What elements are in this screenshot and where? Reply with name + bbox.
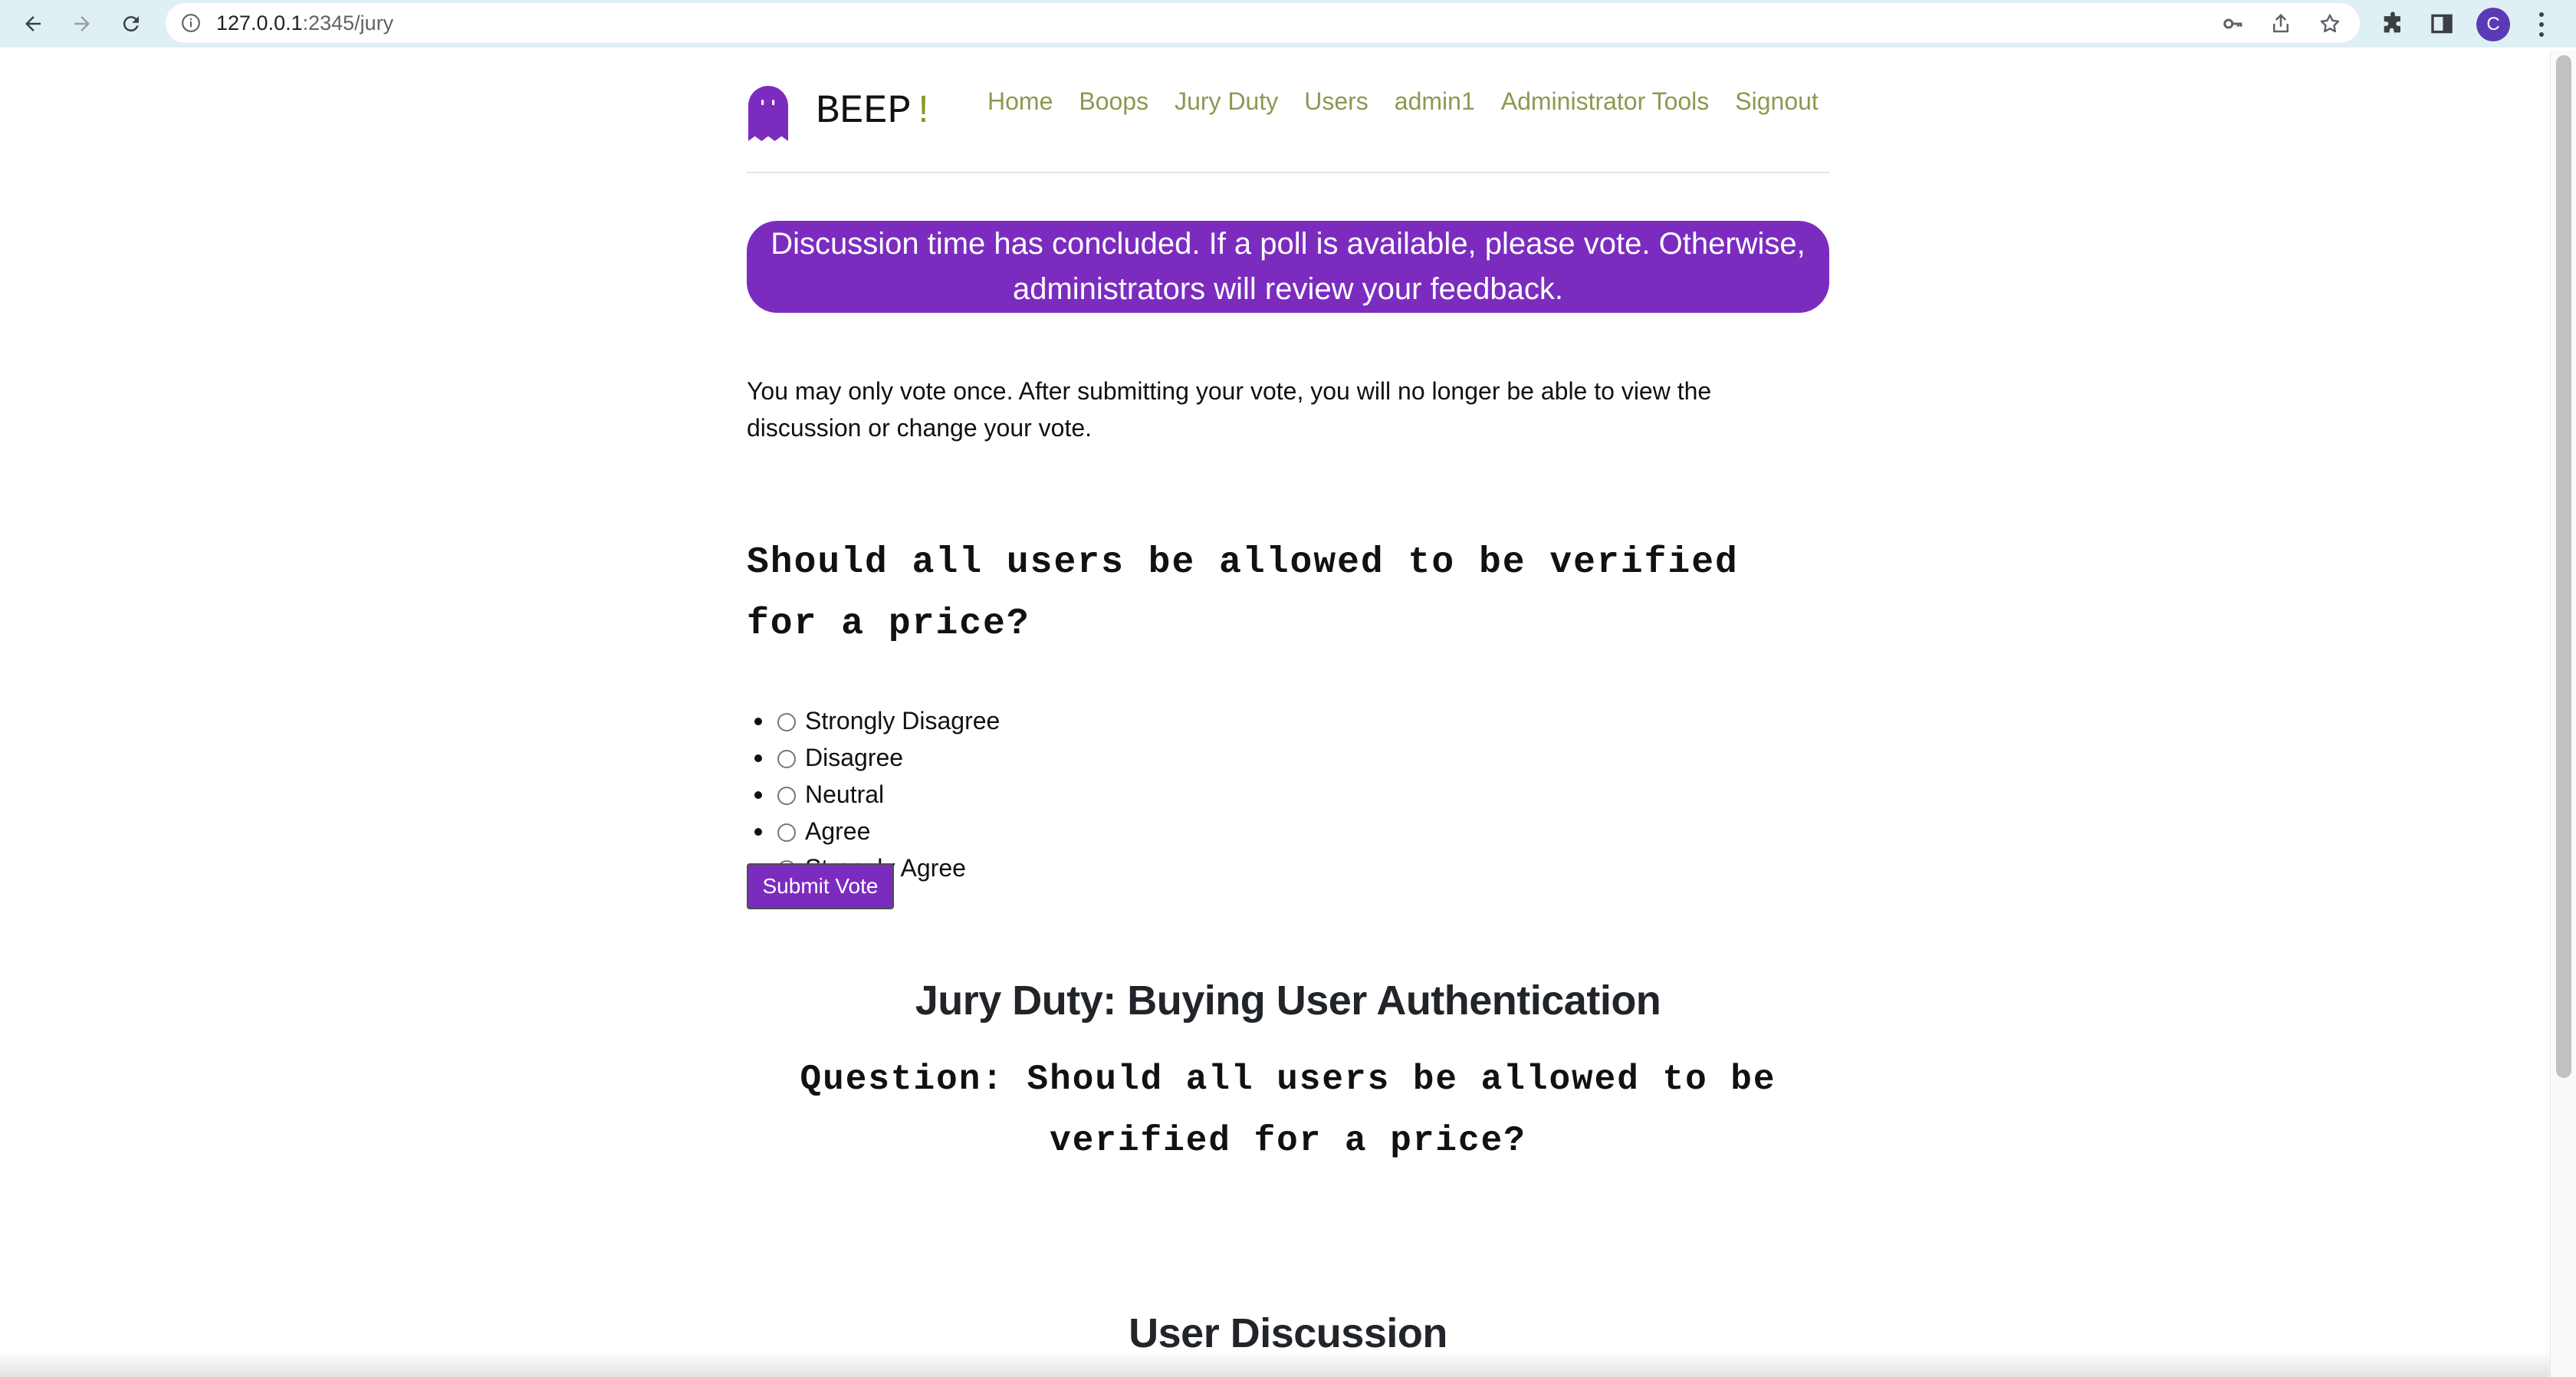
key-icon[interactable]: [2222, 12, 2245, 35]
forward-icon[interactable]: [63, 5, 101, 43]
radio-button[interactable]: [777, 750, 796, 768]
poll-option-agree[interactable]: Agree: [754, 813, 1000, 850]
star-icon[interactable]: [2318, 12, 2341, 35]
share-icon[interactable]: [2269, 12, 2292, 35]
radio-button[interactable]: [777, 823, 796, 842]
poll-option-strongly-disagree[interactable]: Strongly Disagree: [754, 702, 1000, 739]
sidebar-icon[interactable]: [2429, 11, 2455, 37]
page-content: BEEP! Home Boops Jury Duty Users admin1 …: [747, 51, 1829, 1356]
jury-question: Question: Should all users be allowed to…: [800, 1060, 1776, 1161]
vote-once-notice: You may only vote once. After submitting…: [747, 377, 1712, 442]
reload-icon[interactable]: [112, 5, 150, 43]
discussion-concluded-alert: Discussion time has concluded. If a poll…: [747, 221, 1829, 313]
poll-options-list: Strongly Disagree Disagree Neutral Agree…: [754, 702, 1000, 886]
main-nav: Home Boops Jury Duty Users admin1 Admini…: [987, 83, 1819, 120]
poll-option-neutral[interactable]: Neutral: [754, 776, 1000, 813]
jury-duty-title: Jury Duty: Buying User Authentication: [915, 978, 1661, 1024]
site-header: BEEP! Home Boops Jury Duty Users admin1 …: [747, 51, 1829, 173]
nav-jury-duty-link[interactable]: Jury Duty: [1175, 83, 1278, 120]
nav-boops-link[interactable]: Boops: [1079, 83, 1148, 120]
site-brand[interactable]: BEEP!: [816, 87, 935, 136]
poll-option-disagree[interactable]: Disagree: [754, 739, 1000, 776]
info-icon[interactable]: [181, 13, 201, 33]
ghost-logo-icon[interactable]: [747, 84, 790, 143]
radio-button[interactable]: [777, 713, 796, 731]
address-bar[interactable]: 127.0.0.1:2345/jury: [166, 3, 2360, 43]
nav-home-link[interactable]: Home: [987, 83, 1053, 120]
bottom-shadow: [0, 1351, 2550, 1377]
poll-question: Should all users be allowed to be verifi…: [747, 542, 1739, 645]
submit-vote-button[interactable]: Submit Vote: [747, 863, 894, 909]
nav-profile-link[interactable]: admin1: [1395, 83, 1475, 120]
kebab-menu-icon[interactable]: [2530, 9, 2553, 40]
scrollbar-thumb[interactable]: [2556, 55, 2571, 1078]
puzzle-icon[interactable]: [2380, 11, 2406, 37]
url-text: 127.0.0.1:2345/jury: [216, 12, 394, 35]
nav-admin-tools-link[interactable]: Administrator Tools: [1501, 83, 1710, 120]
nav-users-link[interactable]: Users: [1304, 83, 1368, 120]
back-icon[interactable]: [14, 5, 52, 43]
radio-button[interactable]: [777, 787, 796, 805]
nav-signout-link[interactable]: Signout: [1735, 83, 1819, 120]
browser-toolbar: 127.0.0.1:2345/jury C: [0, 0, 2576, 48]
profile-avatar[interactable]: C: [2476, 8, 2510, 41]
